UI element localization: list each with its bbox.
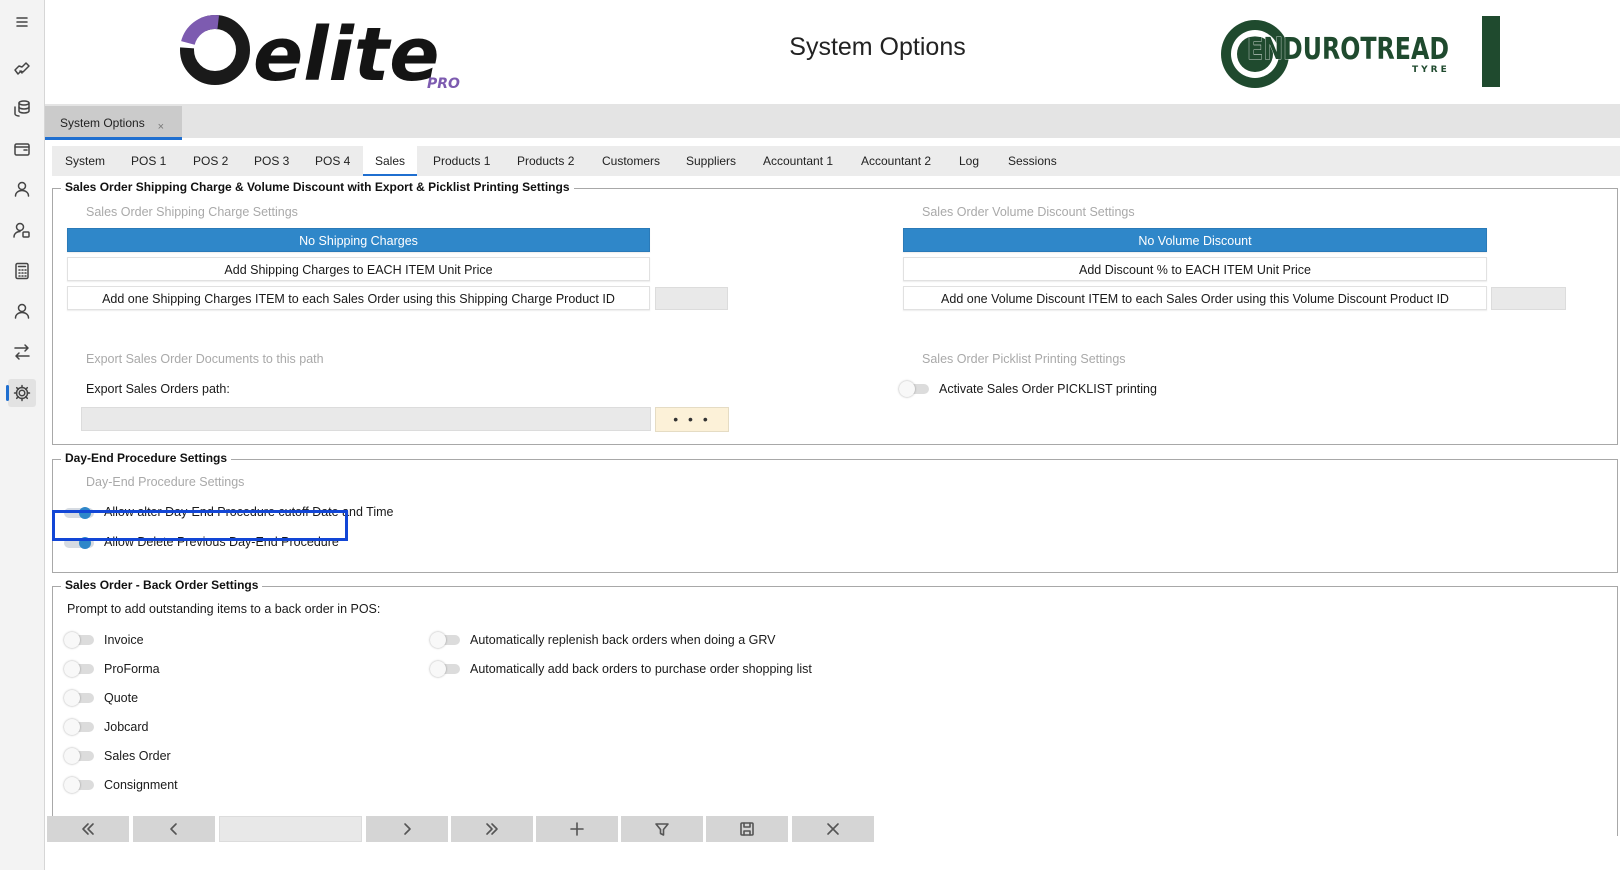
tab-pos-4[interactable]: POS 4 [303,146,362,176]
discount-each-item-option[interactable]: Add Discount % to EACH ITEM Unit Price [903,257,1487,281]
calculator-icon[interactable] [8,257,36,285]
tab-sales[interactable]: Sales [363,146,418,176]
no-shipping-charges-option[interactable]: No Shipping Charges [67,228,650,252]
volume-subtitle: Sales Order Volume Discount Settings [922,205,1135,219]
group-title: Sales Order - Back Order Settings [61,578,263,592]
tab-accountant-2[interactable]: Accountant 2 [849,146,943,176]
coins-icon[interactable] [8,94,36,122]
sales-order-label: Sales Order [104,749,171,763]
shipping-each-item-option[interactable]: Add Shipping Charges to EACH ITEM Unit P… [67,257,650,281]
header: elite PRO System Options ENDUROTREAD TYR… [45,0,1620,104]
doc-tab-label: System Options [60,116,145,130]
consignment-toggle[interactable] [64,777,96,793]
svg-text:TYRE: TYRE [1412,65,1450,75]
volume-product-id-field[interactable] [1491,287,1566,310]
tab-system[interactable]: System [53,146,117,176]
quote-toggle[interactable] [64,690,96,706]
svg-text:PRO: PRO [427,76,460,92]
picklist-toggle[interactable] [899,381,931,397]
shipping-product-id-field[interactable] [655,287,728,310]
tab-sessions[interactable]: Sessions [996,146,1069,176]
gear-icon[interactable] [6,379,36,407]
hamburger-menu-icon[interactable] [8,8,36,36]
document-tab-strip: System Options × [45,104,1620,140]
replenish-grv-label: Automatically replenish back orders when… [470,633,776,647]
group-title: Day-End Procedure Settings [61,451,232,465]
person-icon[interactable] [8,297,36,325]
proforma-label: ProForma [104,662,160,676]
shipping-subtitle: Sales Order Shipping Charge Settings [86,205,298,219]
export-subtitle: Export Sales Order Documents to this pat… [86,352,324,366]
invoice-label: Invoice [104,633,144,647]
back-order-group: Sales Order - Back Order Settings Prompt… [52,578,1618,836]
system-options-window: elite PRO System Options ENDUROTREAD TYR… [0,0,1620,870]
handshake-icon[interactable] [8,54,36,82]
navigation-rail [0,0,45,870]
invoice-toggle[interactable] [64,632,96,648]
tab-pos-3[interactable]: POS 3 [242,146,301,176]
jobcard-label: Jobcard [104,720,149,734]
filter-icon[interactable] [621,816,703,842]
group-title: Sales Order Shipping Charge & Volume Dis… [61,180,574,194]
tab-products-1[interactable]: Products 1 [421,146,502,176]
close-icon[interactable] [792,816,874,842]
user-settings-icon[interactable] [8,216,36,244]
sales-order-toggle[interactable] [64,748,96,764]
record-navigation-bar [47,816,877,842]
wallet-icon[interactable] [8,135,36,163]
export-path-label: Export Sales Orders path: [86,382,230,396]
day-end-subtitle: Day-End Procedure Settings [86,475,245,489]
tab-suppliers[interactable]: Suppliers [674,146,748,176]
proforma-toggle[interactable] [64,661,96,677]
save-icon[interactable] [706,816,788,842]
tab-log[interactable]: Log [947,146,991,176]
tab-accountant-1[interactable]: Accountant 1 [751,146,845,176]
first-record-icon[interactable] [47,816,129,842]
shipping-item-per-order-option[interactable]: Add one Shipping Charges ITEM to each Sa… [67,286,650,310]
volume-item-per-order-option[interactable]: Add one Volume Discount ITEM to each Sal… [903,286,1487,310]
user-icon[interactable] [8,175,36,203]
previous-record-icon[interactable] [133,816,215,842]
tab-pos-2[interactable]: POS 2 [181,146,240,176]
browse-path-button[interactable]: • • • [655,407,729,432]
svg-text:ENDUROTREAD: ENDUROTREAD [1247,32,1449,67]
tab-products-2[interactable]: Products 2 [505,146,586,176]
add-to-shopping-list-toggle[interactable] [430,661,462,677]
tab-pos-1[interactable]: POS 1 [119,146,178,176]
next-record-icon[interactable] [366,816,448,842]
doc-tab-system-options[interactable]: System Options × [45,106,182,140]
close-icon[interactable]: × [158,121,164,133]
add-to-shopping-list-label: Automatically add back orders to purchas… [470,662,812,676]
picklist-subtitle: Sales Order Picklist Printing Settings [922,352,1126,366]
consignment-label: Consignment [104,778,178,792]
record-position-field[interactable] [219,816,362,842]
jobcard-toggle[interactable] [64,719,96,735]
add-icon[interactable] [536,816,618,842]
highlight-box [52,510,348,541]
transfer-icon[interactable] [8,338,36,366]
quote-label: Quote [104,691,139,705]
export-path-input[interactable] [81,407,651,431]
replenish-grv-toggle[interactable] [430,632,462,648]
settings-tabs: System POS 1 POS 2 POS 3 POS 4 Sales Pro… [52,146,1620,176]
last-record-icon[interactable] [451,816,533,842]
picklist-toggle-label: Activate Sales Order PICKLIST printing [939,382,1157,396]
shipping-volume-group: Sales Order Shipping Charge & Volume Dis… [52,180,1618,445]
tab-customers[interactable]: Customers [590,146,672,176]
no-volume-discount-option[interactable]: No Volume Discount [903,228,1487,252]
back-order-prompt: Prompt to add outstanding items to a bac… [67,602,381,616]
endurotread-logo: ENDUROTREAD TYRE [1221,16,1500,88]
